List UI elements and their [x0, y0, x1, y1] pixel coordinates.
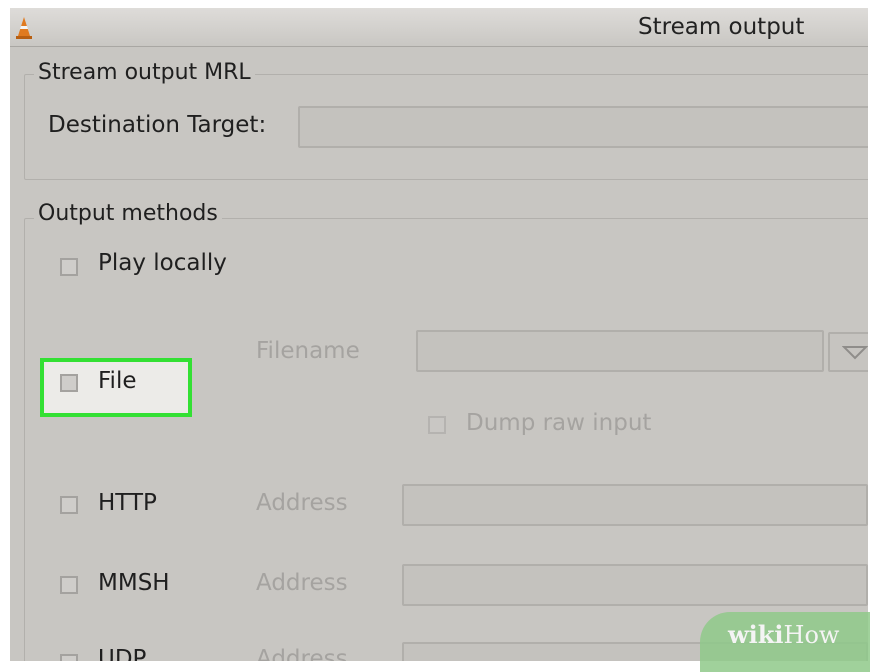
mmsh-address-input[interactable]: [402, 564, 868, 606]
play-locally-label: Play locally: [98, 250, 227, 276]
file-label: File: [98, 368, 137, 394]
dump-raw-input-checkbox[interactable]: [428, 416, 446, 434]
filename-dropdown-button[interactable]: [828, 332, 868, 372]
filename-input[interactable]: [416, 330, 824, 372]
http-label: HTTP: [98, 490, 157, 516]
dump-raw-input-label: Dump raw input: [466, 410, 652, 436]
title-bar[interactable]: Stream output: [10, 8, 868, 47]
destination-target-input[interactable]: [298, 106, 868, 148]
filename-label: Filename: [256, 338, 360, 364]
udp-label: UDP: [98, 646, 147, 661]
mrl-legend: Stream output MRL: [34, 60, 255, 85]
vlc-cone-icon: [16, 17, 32, 39]
http-address-input[interactable]: [402, 484, 868, 526]
http-address-label: Address: [256, 490, 348, 516]
window-title: Stream output: [638, 14, 805, 40]
play-locally-checkbox[interactable]: [60, 258, 78, 276]
stream-output-window: Stream output Stream output MRL Destinat…: [10, 8, 868, 661]
udp-address-label: Address: [256, 646, 348, 661]
wikihow-watermark-text: wikiHow: [728, 620, 840, 649]
destination-target-label: Destination Target:: [48, 112, 267, 138]
http-checkbox[interactable]: [60, 496, 78, 514]
file-checkbox[interactable]: [60, 374, 78, 392]
udp-checkbox[interactable]: [60, 654, 78, 661]
output-methods-legend: Output methods: [34, 201, 222, 226]
mmsh-address-label: Address: [256, 570, 348, 596]
chevron-down-icon: [842, 346, 868, 360]
mmsh-label: MMSH: [98, 570, 170, 596]
mmsh-checkbox[interactable]: [60, 576, 78, 594]
